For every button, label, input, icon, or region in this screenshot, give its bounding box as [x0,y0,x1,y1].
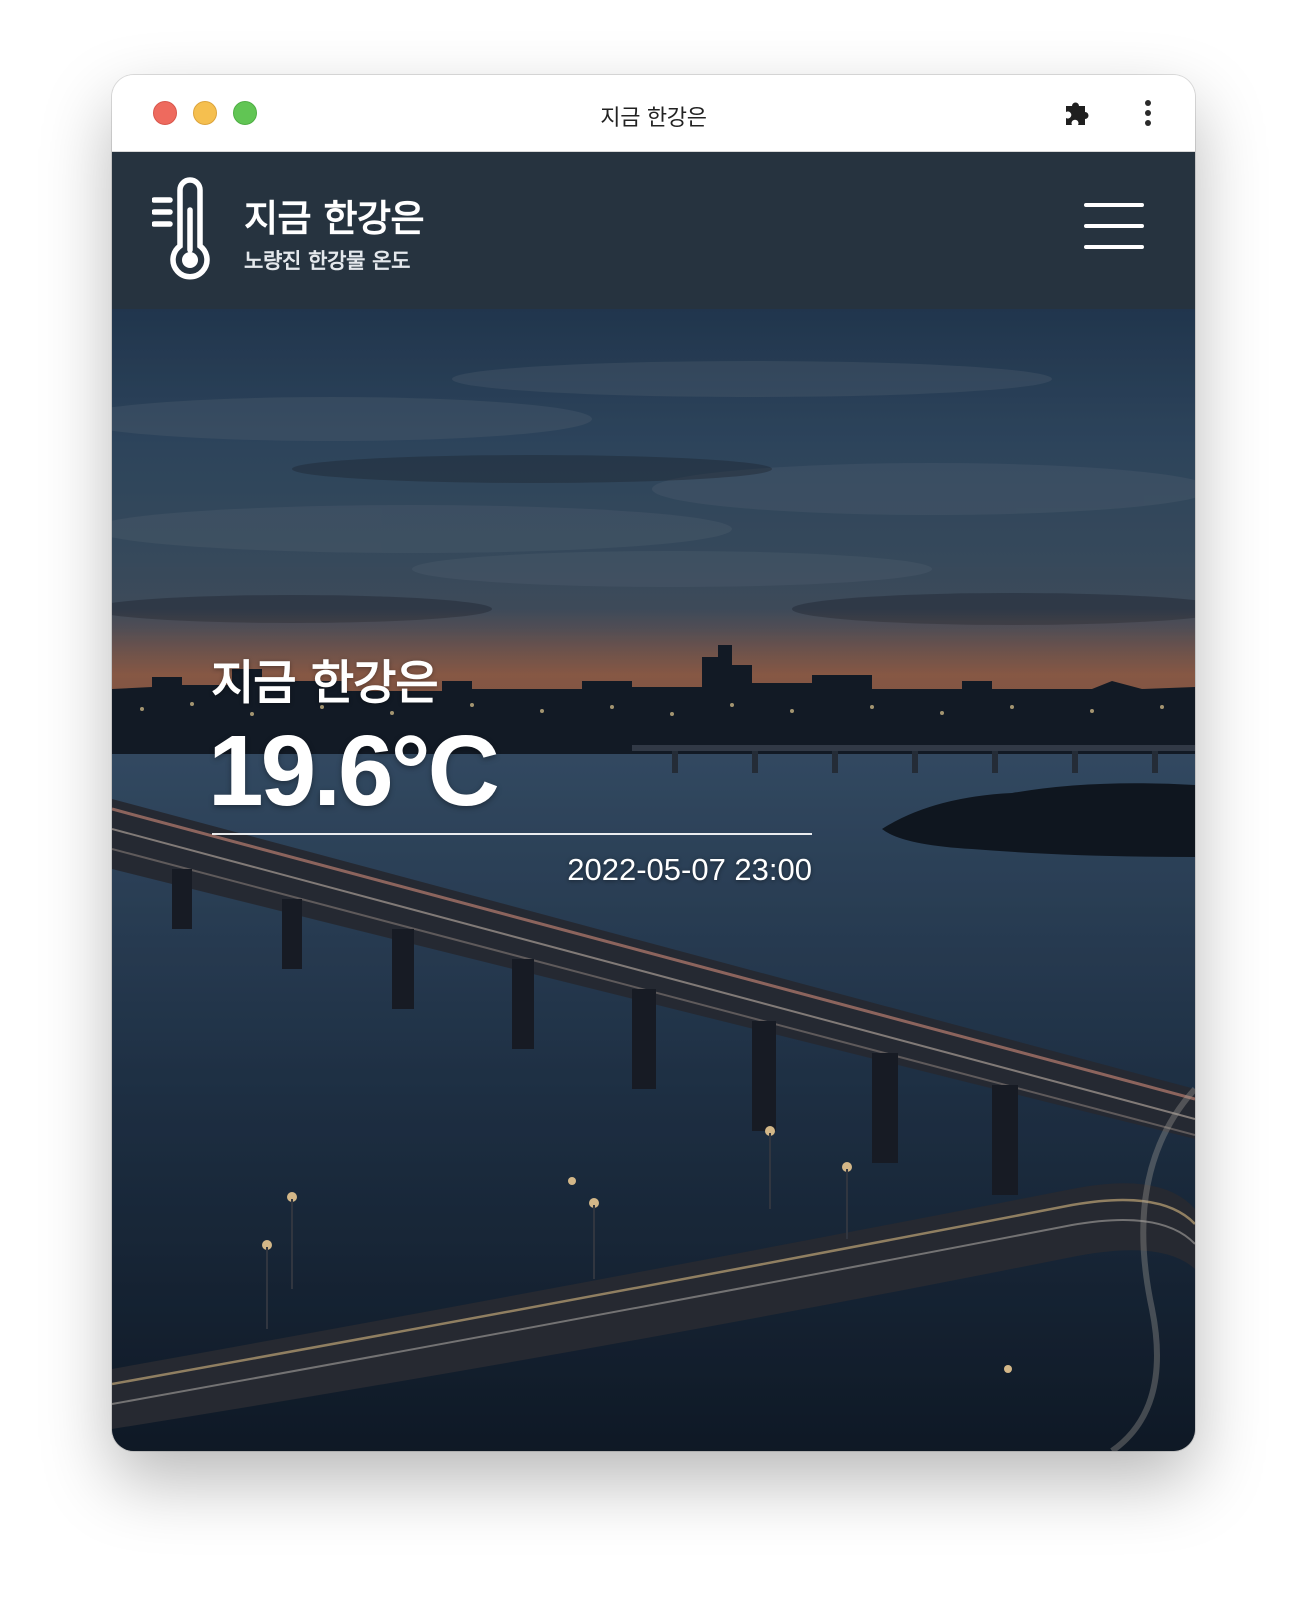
puzzle-icon[interactable] [1060,96,1094,130]
thermometer-icon[interactable] [152,174,224,286]
brand-subtitle: 노량진 한강물 온도 [244,249,411,273]
hamburger-icon[interactable] [1084,203,1144,253]
hero-title: 지금 한강은 [211,656,439,711]
app-header: 지금 한강은 노량진 한강물 온도 [112,152,1195,309]
water-temperature: 19.6°C [208,715,500,827]
brand-title[interactable]: 지금 한강은 [244,188,425,242]
browser-window: 지금 한강은 지금 한강은 노량진 한강물 온도 지금 한강은 19.6°C 2… [112,75,1195,1451]
divider [212,833,812,835]
window-title: 지금 한강은 [600,106,707,131]
kebab-menu-icon[interactable] [1142,96,1154,130]
measurement-timestamp: 2022-05-07 23:00 [567,852,812,887]
title-bar: 지금 한강은 [112,75,1195,152]
hero-section: 지금 한강은 19.6°C 2022-05-07 23:00 [112,309,1195,1451]
